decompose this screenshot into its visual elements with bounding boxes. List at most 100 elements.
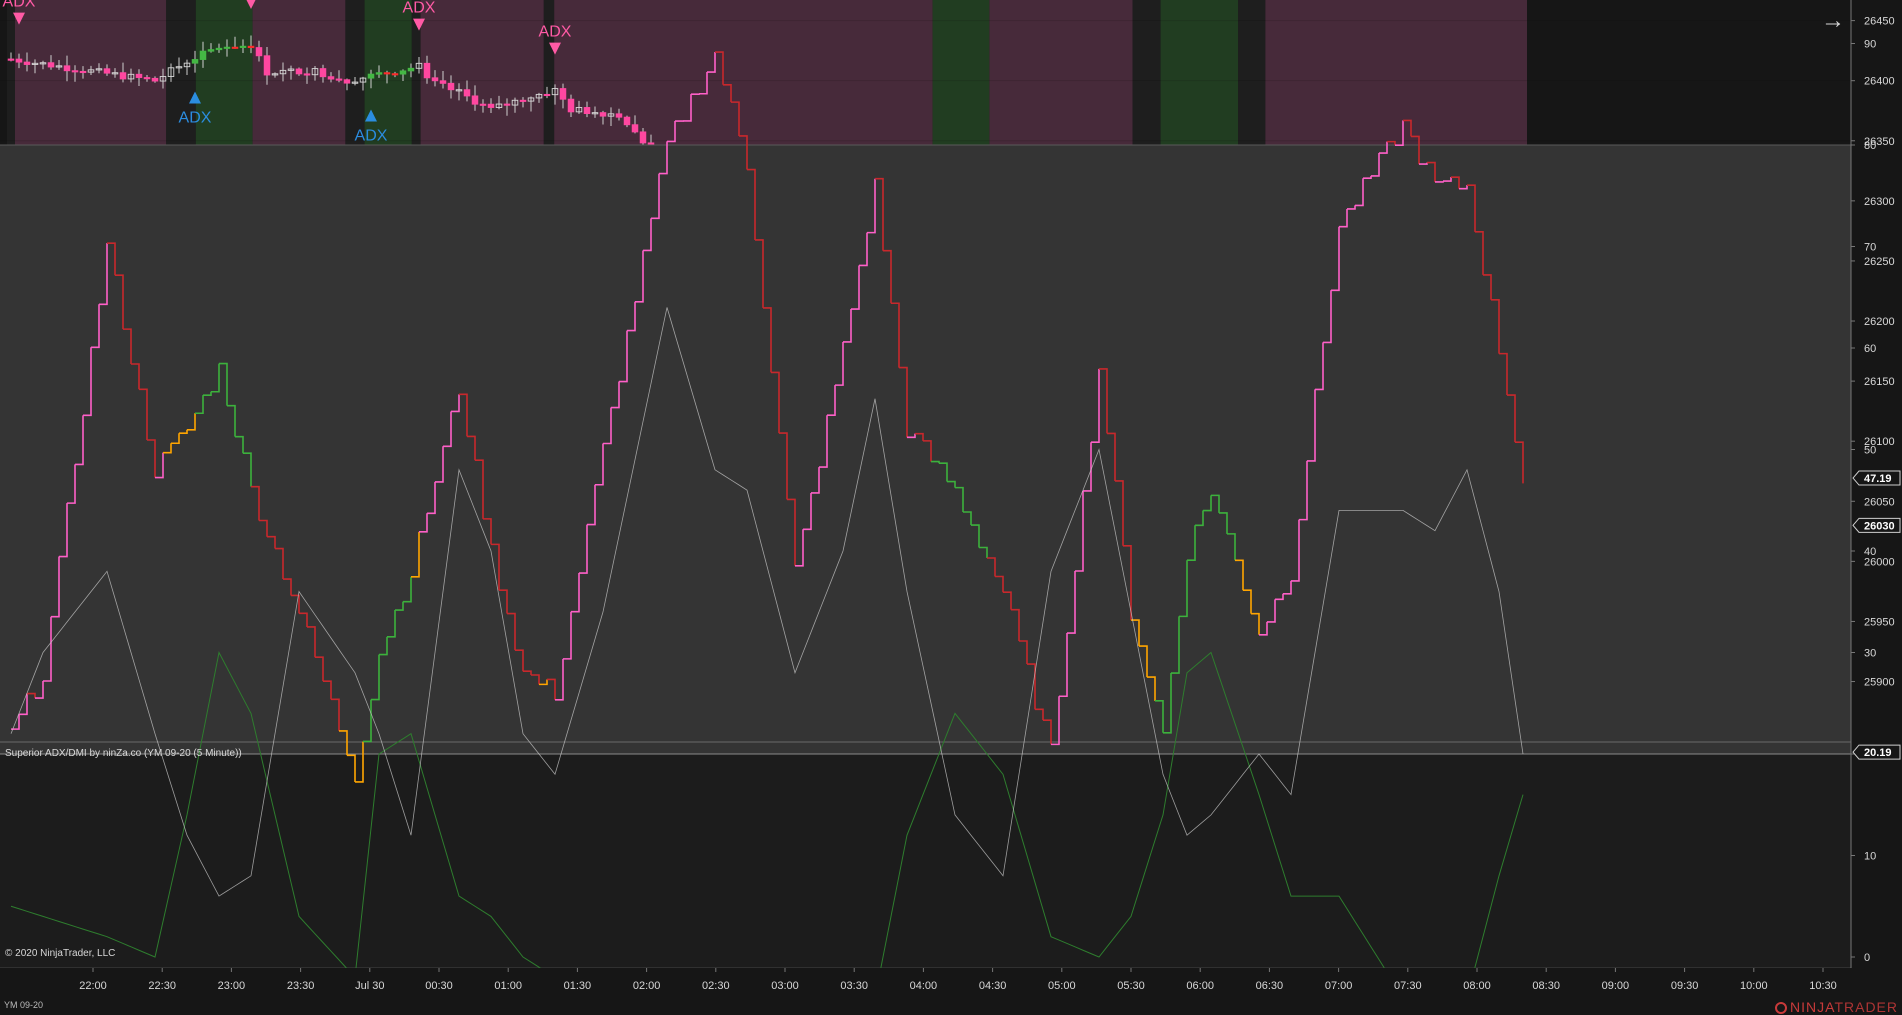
adx-trend-zone [0, 145, 1851, 754]
price-tick-label: 26200 [1864, 316, 1895, 328]
time-tick-label: 01:30 [564, 980, 592, 992]
time-tick-label: 02:00 [633, 980, 661, 992]
price-tick-label: 26150 [1864, 376, 1895, 388]
candle-down [255, 47, 263, 57]
ninjatrader-logo-icon [1775, 1002, 1788, 1014]
time-tick-label: 22:30 [148, 980, 176, 992]
candle-down [135, 73, 143, 78]
candle-up [199, 50, 207, 60]
time-tick-label: 09:30 [1671, 980, 1699, 992]
time-tick-label: 07:00 [1325, 980, 1353, 992]
candle-down [423, 62, 431, 79]
copyright-text: © 2020 NinjaTrader, LLC [5, 948, 116, 959]
candle-down [119, 72, 127, 80]
time-tick-label: 01:00 [494, 980, 522, 992]
time-tick-label: 10:30 [1809, 980, 1837, 992]
time-tick-label: 22:00 [79, 980, 107, 992]
time-tick-label: 08:30 [1532, 980, 1560, 992]
signal-label: ADX [539, 24, 572, 41]
candle-down [247, 45, 255, 49]
candle-up [207, 49, 215, 52]
adx-tick-label: 0 [1864, 952, 1870, 964]
candle-down [631, 124, 639, 133]
adx-tick-label: 50 [1864, 445, 1876, 457]
price-tick-label: 26450 [1864, 16, 1895, 28]
candle-down [319, 68, 327, 78]
time-tick-label: 04:30 [979, 980, 1007, 992]
adx-tick-label: 90 [1864, 39, 1876, 51]
candle-down [639, 131, 647, 144]
candle-down [151, 77, 159, 82]
time-tick-label: 06:30 [1256, 980, 1284, 992]
candle-down [503, 103, 511, 106]
adx-tick-label: 70 [1864, 242, 1876, 254]
adx-tick-label: 80 [1864, 140, 1876, 152]
time-tick-label: 03:00 [771, 980, 799, 992]
price-tick-label: 26400 [1864, 76, 1895, 88]
candle-down [615, 113, 623, 118]
candle-down [623, 116, 631, 126]
candle-down [559, 88, 567, 100]
time-axis[interactable]: 22:00 22:30 23:00 23:30 Jul 30 00:30 01:00 01:3… [0, 968, 1902, 1015]
candle-down [103, 68, 111, 74]
candle-down [343, 79, 351, 84]
adx-step-segment [1435, 181, 1444, 183]
adx-tick-label: 60 [1864, 343, 1876, 355]
adx-tick-label: 40 [1864, 546, 1876, 558]
candle-down [71, 70, 79, 73]
candle-down [79, 70, 87, 74]
candle-up [223, 46, 231, 49]
candle-down [23, 61, 31, 65]
adx-value-label: 47.19 [1864, 473, 1892, 485]
candle-down [519, 99, 527, 102]
candle-down [567, 98, 575, 113]
candle-up [375, 72, 383, 75]
time-tick-label: 23:00 [218, 980, 246, 992]
chart-area[interactable]: ADXADXADXADXADXADXADXADXADXADX ★★ 264502… [0, 0, 1902, 1015]
candle-down [63, 65, 71, 72]
time-tick-label: 04:00 [910, 980, 938, 992]
adx-panel[interactable] [0, 144, 1902, 969]
time-tick-label: 06:00 [1186, 980, 1214, 992]
candle-down [391, 73, 399, 76]
time-tick-label: 23:30 [287, 980, 315, 992]
candle-down [15, 58, 23, 63]
ninjatrader-logo: NINJATRADER [1775, 999, 1898, 1015]
instrument-label: YM 09-20 [4, 1000, 44, 1010]
candle-down [471, 95, 479, 105]
signal-label: ADX [403, 0, 436, 17]
time-tick-label: 03:30 [840, 980, 868, 992]
time-tick-label: 05:00 [1048, 980, 1076, 992]
candle-up [367, 73, 375, 79]
signal-label: ADX [179, 109, 212, 126]
adx-tick-label: 10 [1864, 851, 1876, 863]
candle-down [439, 80, 447, 84]
candle-down [383, 72, 391, 75]
price-tick-label: 26300 [1864, 196, 1895, 208]
candle-down [47, 62, 55, 68]
candle-down [447, 82, 455, 91]
price-tick-label: 26000 [1864, 556, 1895, 568]
candle-down [487, 103, 495, 108]
candle-down [231, 46, 239, 49]
price-tick-label: 25900 [1864, 677, 1895, 689]
time-tick-label: 05:30 [1117, 980, 1145, 992]
time-tick-label: 07:30 [1394, 980, 1422, 992]
candle-down [263, 55, 271, 76]
adx-panel-background [0, 742, 1851, 968]
time-tick-label: 02:30 [702, 980, 730, 992]
price-tick-label: 26250 [1864, 256, 1895, 268]
candle-up [191, 59, 199, 64]
candle-down [327, 76, 335, 80]
candle-down [599, 112, 607, 117]
time-tick-label: 08:00 [1463, 980, 1491, 992]
candle-down [431, 77, 439, 82]
candle-up [215, 47, 223, 51]
adx-tick-label: 30 [1864, 648, 1876, 660]
signal-label: ADX [3, 0, 36, 11]
arrow-right-icon[interactable]: → [1818, 8, 1848, 34]
candle-up [239, 45, 247, 48]
candle-down [143, 77, 151, 80]
candle-down [543, 93, 551, 97]
time-tick-label: 09:00 [1602, 980, 1630, 992]
